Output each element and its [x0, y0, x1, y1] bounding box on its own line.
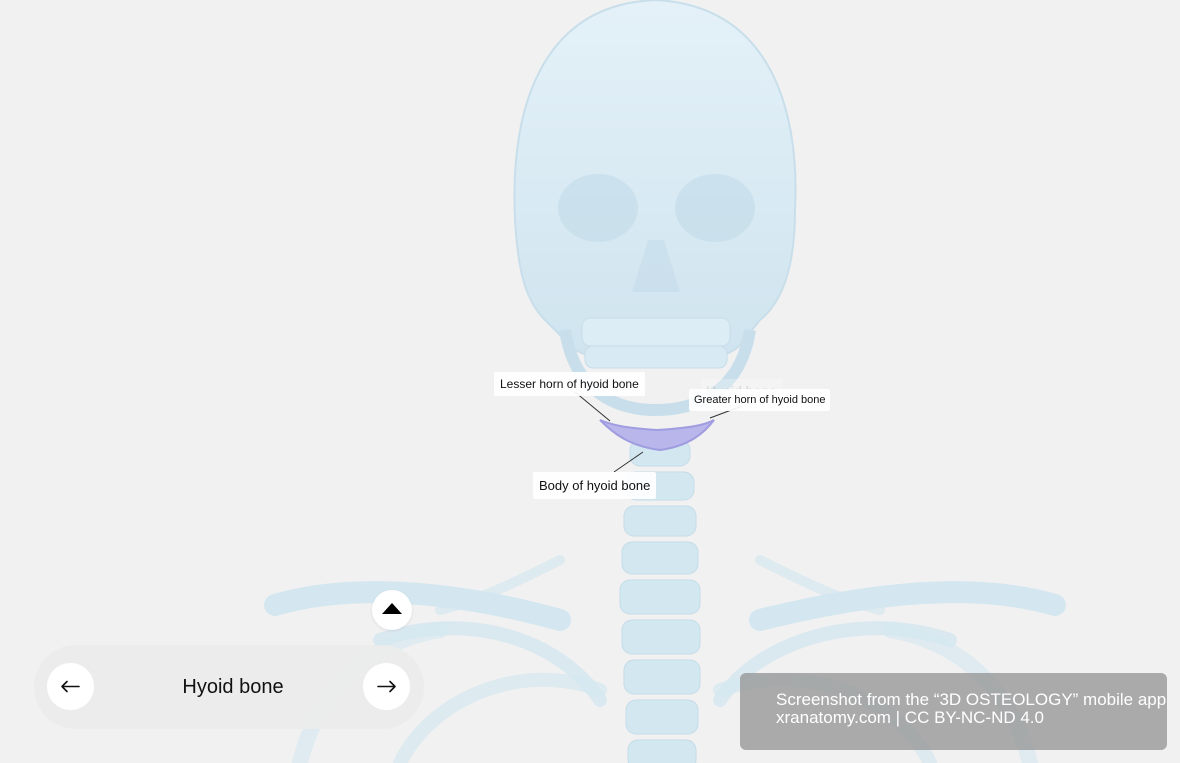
collapse-panel-button[interactable]	[372, 590, 412, 630]
hyoid-highlight[interactable]	[599, 419, 715, 452]
lesser-horn-label[interactable]: Lesser horn of hyoid bone	[494, 372, 645, 396]
skull	[513, 0, 797, 417]
credit-line-1: Screenshot from the “3D OSTEOLOGY” mobil…	[776, 690, 1167, 709]
body-of-hyoid-label[interactable]: Body of hyoid bone	[533, 472, 657, 499]
next-structure-button[interactable]	[363, 663, 410, 710]
previous-structure-button[interactable]	[47, 663, 94, 710]
arrow-left-icon	[61, 680, 80, 693]
viewer-stage[interactable]: Hyoid bone Lesser horn of hyoid bone Gre…	[0, 0, 1180, 763]
credit-watermark: Screenshot from the “3D OSTEOLOGY” mobil…	[740, 673, 1167, 750]
credit-line-2: xranatomy.com | CC BY-NC-ND 4.0	[776, 708, 1044, 727]
arrow-right-icon	[377, 680, 396, 693]
structure-title: Hyoid bone	[182, 676, 284, 698]
greater-horn-label[interactable]: Greater horn of hyoid bone	[689, 389, 831, 411]
triangle-up-icon	[382, 603, 402, 614]
structure-navigation-bar: Hyoid bone	[34, 645, 424, 729]
